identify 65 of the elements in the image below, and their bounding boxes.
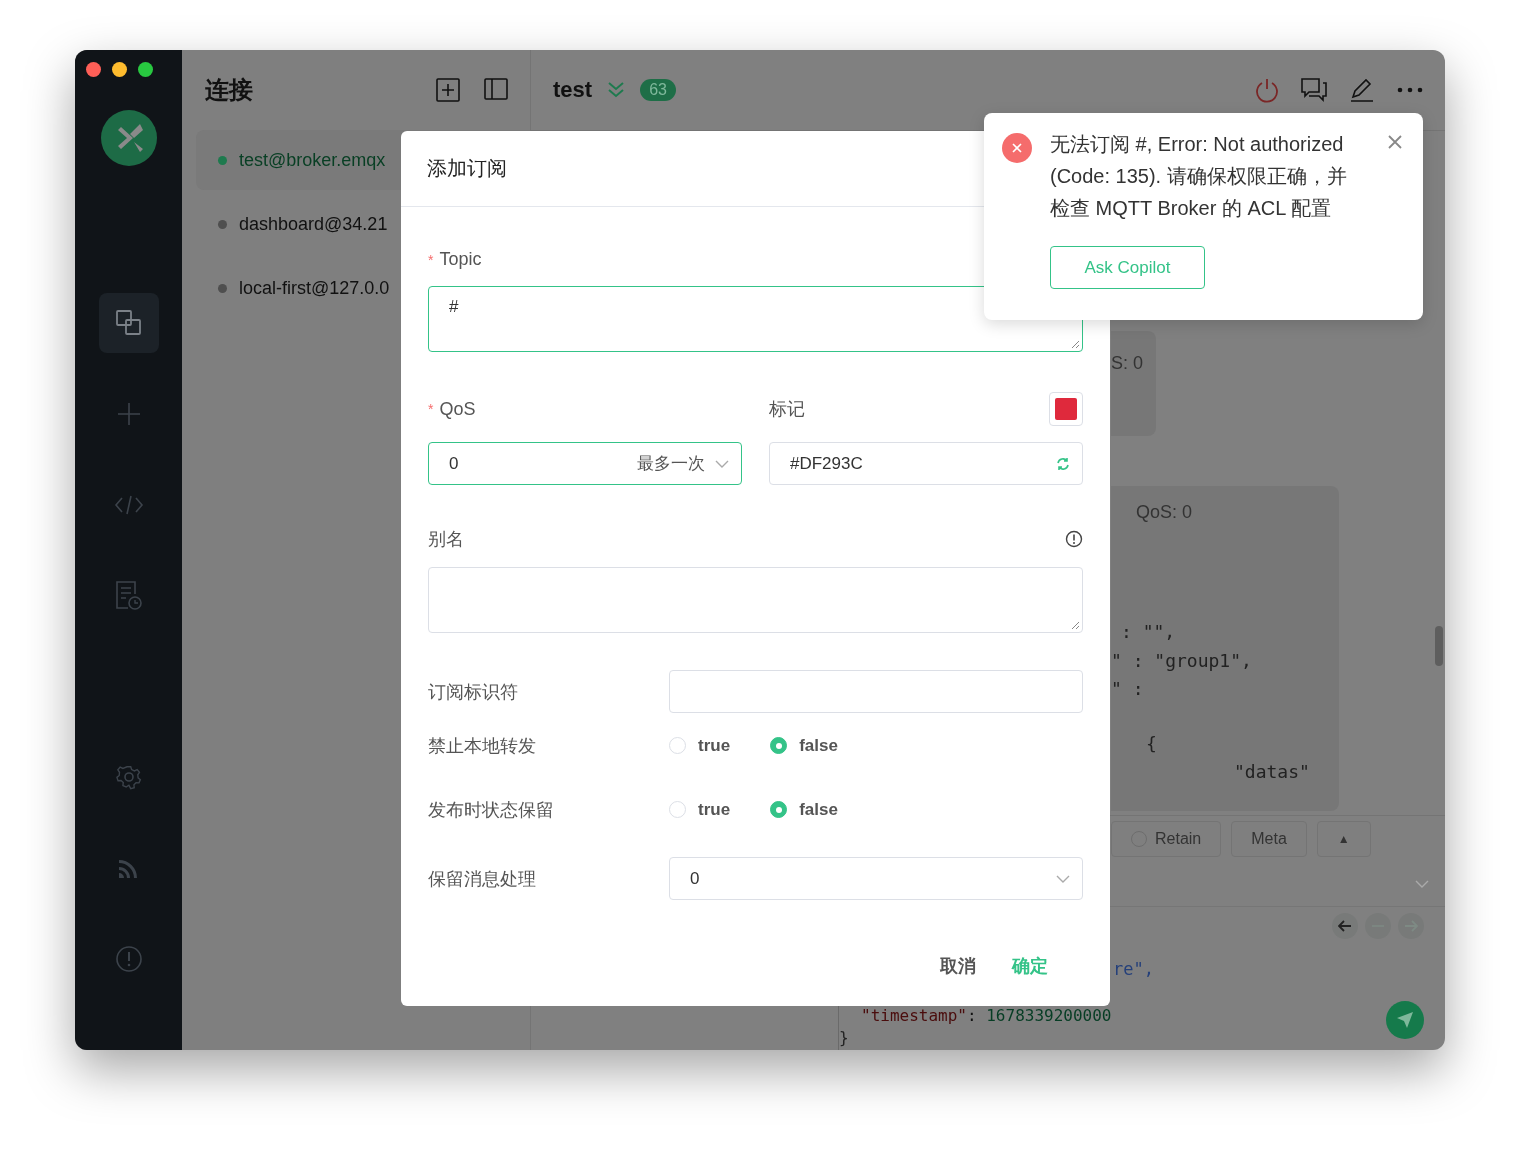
error-icon — [1002, 133, 1032, 163]
more-icon[interactable] — [1397, 87, 1423, 93]
refresh-icon[interactable] — [1056, 456, 1070, 471]
code-line: " : — [1111, 677, 1145, 701]
settings-icon — [115, 764, 142, 790]
message-meta: S: 0 — [1111, 353, 1144, 373]
json-colon: : — [966, 1006, 978, 1025]
document-clock-icon — [113, 580, 144, 612]
radio-option[interactable]: true — [669, 799, 731, 820]
message-count-badge: 63 — [640, 79, 676, 101]
copy-icon — [113, 308, 144, 338]
radio-option[interactable]: true — [669, 735, 731, 756]
connection-title: test — [553, 77, 593, 103]
identifier-field[interactable] — [669, 670, 1083, 713]
json-key: "timestamp" — [861, 1006, 967, 1025]
send-button[interactable] — [1386, 1001, 1424, 1039]
color-swatch[interactable] — [1049, 392, 1083, 426]
qos-select[interactable]: 0 最多一次 — [428, 442, 742, 485]
chevron-down-icon — [1415, 880, 1429, 888]
code-icon — [113, 494, 144, 516]
power-icon[interactable] — [1255, 77, 1279, 103]
code-line: { — [1145, 731, 1158, 756]
code-line: " : "group1", — [1111, 648, 1253, 673]
radio-option[interactable]: false — [770, 799, 838, 820]
nav-item[interactable] — [98, 293, 159, 353]
required-mark: * — [428, 401, 434, 417]
minimize-window-button[interactable] — [112, 62, 127, 77]
send-icon — [1395, 1010, 1415, 1030]
code-line: : "", — [1120, 620, 1177, 644]
chevron-down-icon — [1056, 874, 1070, 883]
field-label: 禁止本地转发 — [428, 734, 537, 758]
field-label: * QoS — [428, 397, 477, 421]
scrollbar-thumb[interactable] — [1435, 626, 1443, 666]
plus-icon — [115, 401, 142, 427]
info-icon — [114, 945, 143, 973]
maximize-window-button[interactable] — [138, 62, 153, 77]
info-icon[interactable] — [1065, 530, 1083, 548]
field-label: 标记 — [769, 398, 806, 421]
color-field[interactable]: #DF293C — [769, 442, 1083, 485]
message-meta: QoS: 0 — [1136, 502, 1193, 522]
close-window-button[interactable] — [86, 62, 101, 77]
chat-icon[interactable] — [1301, 78, 1327, 102]
cancel-button[interactable]: 取消 — [940, 954, 976, 978]
logo-icon — [100, 110, 157, 166]
field-label: 发布时状态保留 — [428, 798, 555, 822]
code-line: re", — [1113, 959, 1154, 979]
field-label: 别名 — [428, 528, 465, 551]
alias-field[interactable] — [428, 567, 1083, 633]
code-line: "datas" — [1233, 760, 1311, 784]
resize-grip-icon[interactable] — [1070, 620, 1080, 630]
add-icon[interactable] — [436, 78, 460, 102]
retain-handling-select[interactable]: 0 — [669, 857, 1083, 900]
json-value: 1678339200000 — [986, 1006, 1112, 1025]
field-label: 订阅标识符 — [428, 680, 519, 704]
back-button[interactable] — [1332, 913, 1358, 939]
panel-title: 连接 — [205, 75, 254, 105]
arrow-left-icon — [1338, 920, 1352, 932]
sidebar-toggle-icon[interactable] — [484, 78, 508, 100]
resize-grip-icon[interactable] — [1070, 339, 1080, 349]
code-line: } — [839, 1027, 850, 1049]
field-label: 保留消息处理 — [428, 867, 537, 891]
edit-icon[interactable] — [1349, 77, 1375, 103]
radio-option[interactable]: false — [770, 735, 838, 756]
required-mark: * — [428, 251, 434, 268]
chevron-down-icon — [715, 459, 729, 468]
